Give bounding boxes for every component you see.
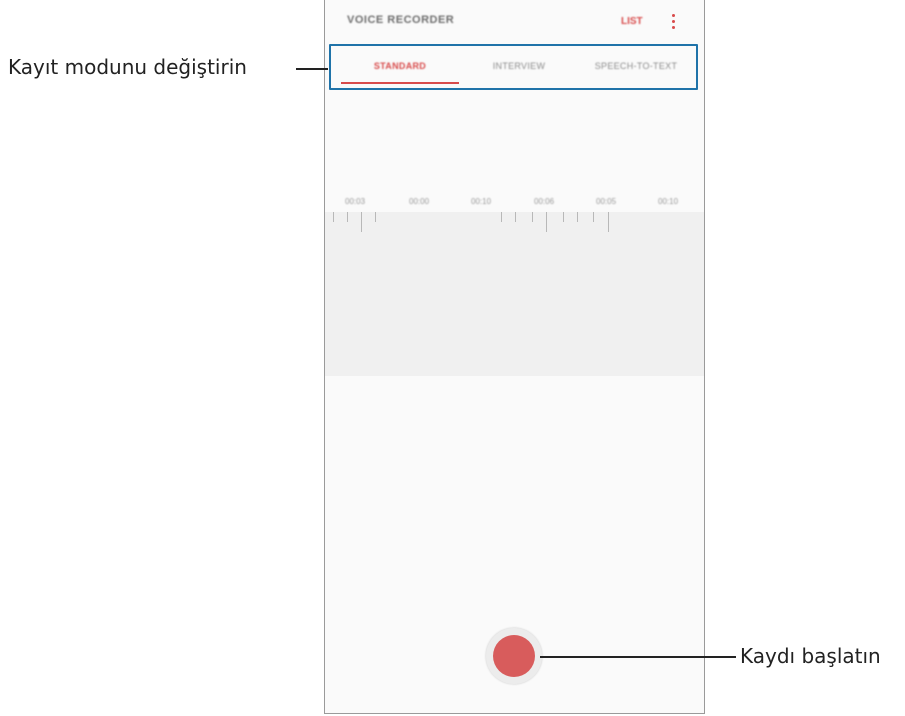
record-icon	[493, 635, 535, 677]
timeline-label: 00:05	[596, 197, 617, 206]
waveform-area	[325, 212, 704, 376]
record-callout-label: Kaydı başlatın	[740, 644, 881, 668]
timeline-tick	[608, 212, 609, 232]
timeline-tick	[333, 212, 334, 222]
timeline-tick	[375, 212, 376, 222]
stage: VOICE RECORDER LIST STANDARD INTERVIEW S…	[0, 0, 905, 716]
phone-screen: VOICE RECORDER LIST STANDARD INTERVIEW S…	[324, 0, 705, 714]
more-vertical-icon[interactable]	[672, 14, 676, 31]
record-button[interactable]	[486, 628, 542, 684]
timeline-tick	[593, 212, 594, 222]
timeline-label: 00:00	[409, 197, 430, 206]
timeline-label: 00:06	[534, 197, 555, 206]
timeline-tick	[361, 212, 362, 232]
active-tab-indicator	[341, 82, 459, 84]
mode-callout-label: Kayıt modunu değiştirin	[8, 55, 247, 79]
app-header: VOICE RECORDER LIST	[325, 0, 704, 44]
timeline-label: 00:03	[345, 197, 366, 206]
timeline-tick	[546, 212, 547, 232]
mode-tabs: STANDARD INTERVIEW SPEECH-TO-TEXT	[329, 44, 698, 90]
tab-speech-to-text[interactable]: SPEECH-TO-TEXT	[576, 61, 696, 71]
timeline-label: 00:10	[658, 197, 679, 206]
timeline-tick	[532, 212, 533, 222]
mode-callout-line	[296, 68, 328, 70]
tab-standard[interactable]: STANDARD	[341, 61, 459, 71]
app-title: VOICE RECORDER	[347, 14, 455, 26]
record-callout-line	[540, 656, 736, 658]
timeline-label: 00:10	[471, 197, 492, 206]
timeline-tick	[563, 212, 564, 222]
list-button[interactable]: LIST	[621, 16, 643, 27]
timeline-tick	[501, 212, 502, 222]
timeline-tick	[577, 212, 578, 222]
tab-interview[interactable]: INTERVIEW	[469, 61, 569, 71]
timeline-tick	[515, 212, 516, 222]
timeline-tick	[347, 212, 348, 222]
